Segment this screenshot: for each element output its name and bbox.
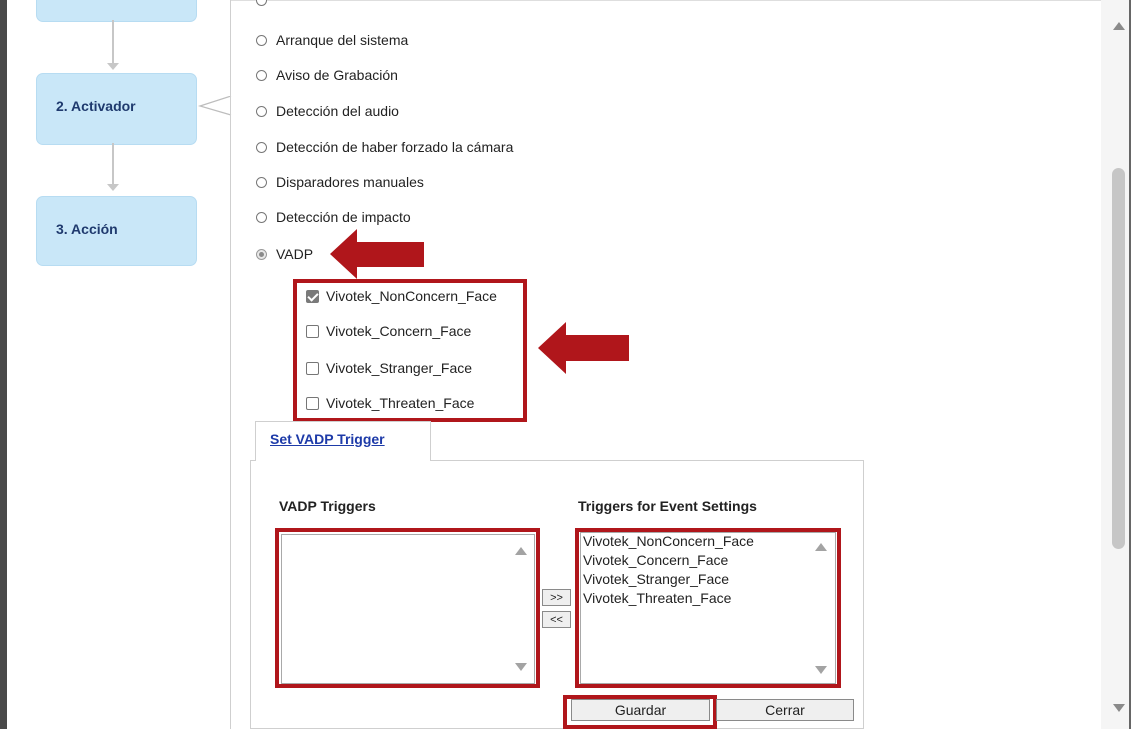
callout-pointer-icon (197, 96, 232, 116)
tab-set-vadp-trigger-link[interactable]: Set VADP Trigger (270, 431, 385, 447)
radio-label: Disparadores manuales (276, 174, 424, 190)
checkbox[interactable] (306, 396, 319, 410)
checkbox-label: Vivotek_Concern_Face (326, 323, 472, 339)
step-connector (112, 20, 114, 63)
top-divider (231, 0, 1101, 1)
radio-label: Detección del audio (276, 103, 399, 119)
radio-button[interactable] (256, 0, 267, 6)
radio-button[interactable] (256, 34, 267, 46)
radio-option-partial[interactable] (256, 0, 276, 6)
radio-label: VADP (276, 246, 314, 262)
checkbox-concern[interactable]: Vivotek_Concern_Face (306, 323, 471, 339)
radio-option-grabacion[interactable]: Aviso de Grabación (256, 67, 398, 83)
checkbox-stranger[interactable]: Vivotek_Stranger_Face (306, 360, 472, 376)
highlight-box (575, 528, 841, 688)
red-arrow-left-icon (538, 322, 629, 374)
radio-button[interactable] (256, 141, 267, 153)
close-button[interactable]: Cerrar (716, 699, 854, 721)
scroll-up-icon[interactable] (1113, 22, 1125, 30)
panel-border (230, 0, 231, 729)
radio-button[interactable] (256, 69, 267, 81)
checkbox[interactable] (306, 324, 319, 338)
remove-trigger-button[interactable]: << (542, 611, 571, 628)
radio-option-forzado[interactable]: Detección de haber forzado la cámara (256, 139, 513, 155)
highlight-box (275, 528, 540, 688)
step-1-box[interactable] (36, 0, 197, 22)
step-2-label: 2. Activador (56, 98, 136, 114)
radio-option-audio[interactable]: Detección del audio (256, 103, 399, 119)
checkbox[interactable] (306, 361, 319, 375)
radio-option-manuales[interactable]: Disparadores manuales (256, 174, 424, 190)
scroll-down-icon[interactable] (1113, 704, 1125, 712)
window-frame-left (0, 0, 7, 729)
checkbox-nonconcern[interactable]: Vivotek_NonConcern_Face (306, 288, 497, 304)
red-arrow-left-icon (330, 229, 424, 279)
arrow-down-icon (107, 184, 119, 191)
vadp-triggers-title: VADP Triggers (279, 498, 376, 514)
step-3-label: 3. Acción (56, 221, 118, 237)
checkbox-label: Vivotek_Threaten_Face (326, 395, 475, 411)
radio-label: Detección de haber forzado la cámara (276, 139, 514, 155)
add-trigger-button[interactable]: >> (542, 589, 571, 606)
radio-button[interactable] (256, 105, 267, 117)
highlight-box (563, 695, 717, 729)
radio-label: Aviso de Grabación (276, 67, 398, 83)
radio-button-selected[interactable] (256, 248, 267, 260)
arrow-down-icon (107, 63, 119, 70)
radio-option-vadp[interactable]: VADP (256, 246, 313, 262)
radio-button[interactable] (256, 176, 267, 188)
event-triggers-title: Triggers for Event Settings (578, 498, 757, 514)
radio-label: Arranque del sistema (276, 32, 409, 48)
step-3-box[interactable]: 3. Acción (36, 196, 197, 266)
step-connector (112, 143, 114, 185)
checkbox-label: Vivotek_Stranger_Face (326, 360, 473, 376)
radio-option-arranque[interactable]: Arranque del sistema (256, 32, 408, 48)
radio-button[interactable] (256, 211, 267, 223)
tab-panel-top-border (431, 460, 864, 461)
checkbox-label: Vivotek_NonConcern_Face (326, 288, 497, 304)
step-2-box[interactable]: 2. Activador (36, 73, 197, 145)
checkbox-threaten[interactable]: Vivotek_Threaten_Face (306, 395, 474, 411)
radio-option-impacto[interactable]: Detección de impacto (256, 209, 411, 225)
checkbox-checked[interactable] (306, 289, 319, 303)
scrollbar-thumb[interactable] (1112, 168, 1125, 549)
radio-label: Detección de impacto (276, 209, 411, 225)
